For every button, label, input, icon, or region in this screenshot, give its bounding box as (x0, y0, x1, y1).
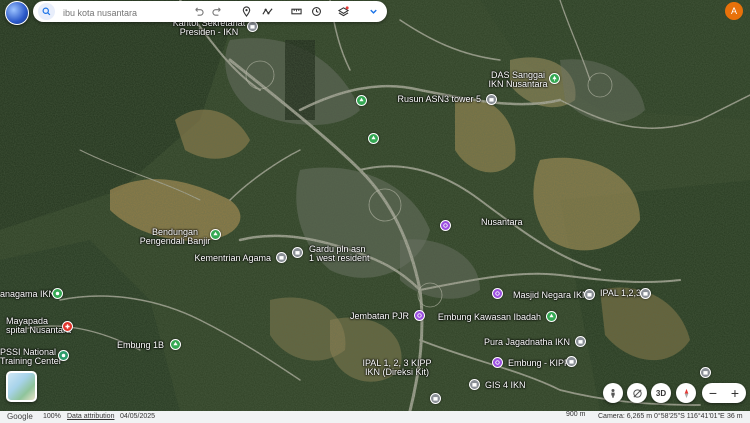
park-icon (173, 341, 178, 346)
compass-icon[interactable] (676, 383, 696, 403)
place-pin-pura[interactable] (575, 336, 586, 347)
place-pin-embung1b[interactable] (170, 339, 181, 350)
place-label-manggala[interactable]: anagama IKN (0, 290, 55, 299)
zoom-control: − + (702, 383, 746, 403)
place-pin-far-east[interactable] (700, 367, 711, 378)
park-icon (552, 75, 557, 82)
place-pin-das[interactable] (549, 73, 560, 84)
mosque-icon (495, 291, 500, 296)
search-icon[interactable] (38, 3, 55, 20)
layers-icon[interactable] (335, 4, 351, 19)
satellite-map[interactable]: Kantor Sekretariat Presiden - IKN DAS San… (0, 0, 750, 423)
park-icon (549, 313, 554, 318)
building-icon (433, 397, 438, 401)
imagery-date: 04/05/2025 (120, 413, 156, 420)
place-pin-pssi[interactable] (58, 350, 69, 361)
place-label-masjid[interactable]: Masjid Negara IKN (513, 291, 589, 300)
park-icon (213, 231, 218, 236)
redo-icon[interactable] (209, 4, 225, 19)
place-pin-rusun[interactable] (486, 94, 497, 105)
place-label-gis[interactable]: GIS 4 IKN (485, 381, 526, 390)
history-icon[interactable] (308, 4, 324, 19)
place-label-nusantara[interactable]: Nusantara (481, 218, 523, 227)
zoom-in-button[interactable]: + (724, 384, 746, 402)
place-label-pssi[interactable]: PSSI National Training Center (0, 348, 62, 366)
landmark-icon (495, 360, 500, 365)
building-icon (250, 25, 255, 29)
place-label-jembatan[interactable]: Jembatan PJR (350, 312, 409, 321)
place-pin-mayapada[interactable] (62, 321, 73, 332)
earth-logo-icon[interactable] (5, 1, 29, 25)
building-icon (643, 292, 648, 296)
place-label-ipal123[interactable]: IPAL 1,2,3 (600, 289, 641, 298)
ruler-icon[interactable] (288, 4, 304, 19)
place-label-pura[interactable]: Pura Jagadnatha IKN (484, 338, 570, 347)
place-label-kementrian[interactable]: Kementrian Agama (194, 254, 271, 263)
chevron-down-icon[interactable] (365, 4, 381, 19)
temple-icon (578, 340, 583, 344)
data-attribution-link[interactable]: Data attribution (67, 413, 114, 420)
account-avatar[interactable]: A (725, 2, 743, 20)
place-label-rusun[interactable]: Rusun ASN3 tower 5 (397, 95, 481, 104)
place-pin-kementrian[interactable] (276, 252, 287, 263)
placemark-icon[interactable] (238, 4, 254, 19)
pegman-icon[interactable] (603, 383, 623, 403)
park-icon (371, 135, 376, 140)
building-icon (489, 98, 494, 102)
place-pin-green-1[interactable] (356, 95, 367, 106)
building-icon (703, 371, 708, 375)
park-icon (359, 97, 364, 102)
place-pin-manggala[interactable] (52, 288, 63, 299)
zoom-level: 100% (43, 413, 61, 420)
place-pin-ipal-east[interactable] (640, 288, 651, 299)
place-pin-embungkawasan[interactable] (546, 311, 557, 322)
place-label-das[interactable]: DAS Sanggai IKN Nusantara (488, 71, 547, 89)
building-icon (569, 360, 574, 364)
google-logo: Google (7, 412, 33, 421)
place-pin-jembatan[interactable] (414, 310, 425, 321)
place-label-bendungan[interactable]: Bendungan Pengendali Banjir (140, 228, 211, 246)
tilt-icon[interactable] (627, 383, 647, 403)
search-input[interactable] (61, 4, 205, 21)
zoom-out-button[interactable]: − (702, 384, 724, 402)
undo-icon[interactable] (190, 4, 206, 19)
place-pin-gis[interactable] (469, 379, 480, 390)
path-icon[interactable] (259, 4, 275, 19)
coordinates: 0°58'25"S 116°41'01"E (654, 413, 725, 420)
camera-altitude: Camera: 6,265 m (598, 413, 653, 420)
3d-toggle-button[interactable]: 3D (651, 383, 671, 403)
place-label-embung1b[interactable]: Embung 1B (117, 341, 164, 350)
place-pin-kipp-east[interactable] (566, 356, 577, 367)
place-label-embungkawasan[interactable]: Embung Kawasan Ibadah (438, 313, 541, 322)
building-icon (279, 256, 284, 260)
place-pin-kantor[interactable] (247, 21, 258, 32)
place-pin-ipalkipp[interactable] (430, 393, 441, 404)
building-icon (587, 293, 592, 297)
place-pin-gardu[interactable] (292, 247, 303, 258)
elevation: 36 m (727, 413, 743, 420)
landmark-icon (443, 223, 448, 228)
scale-label: 900 m (566, 411, 586, 418)
sports-icon (61, 353, 66, 358)
search-bar (33, 1, 387, 22)
place-pin-nusantara[interactable] (440, 220, 451, 231)
place-label-gardu[interactable]: Gardu pln asn 1 west resident (309, 245, 370, 263)
hospital-icon (65, 324, 70, 329)
place-pin-embungkipp[interactable] (492, 357, 503, 368)
sports-icon (55, 291, 60, 296)
place-label-embungkipp[interactable]: Embung - KIPP (508, 359, 570, 368)
landmark-icon (417, 313, 422, 318)
place-pin-ipal123[interactable] (584, 289, 595, 300)
utility-icon (295, 251, 300, 255)
place-pin-green-2[interactable] (368, 133, 379, 144)
building-icon (472, 383, 477, 387)
place-label-ipalkipp[interactable]: IPAL 1, 2, 3 KIPP IKN (Direksi Kit) (362, 359, 431, 377)
status-bar: Google 100% Data attribution 04/05/2025 … (0, 411, 750, 423)
place-pin-bendungan[interactable] (210, 229, 221, 240)
place-pin-masjid[interactable] (492, 288, 503, 299)
map-style-thumbnail[interactable] (6, 371, 37, 402)
